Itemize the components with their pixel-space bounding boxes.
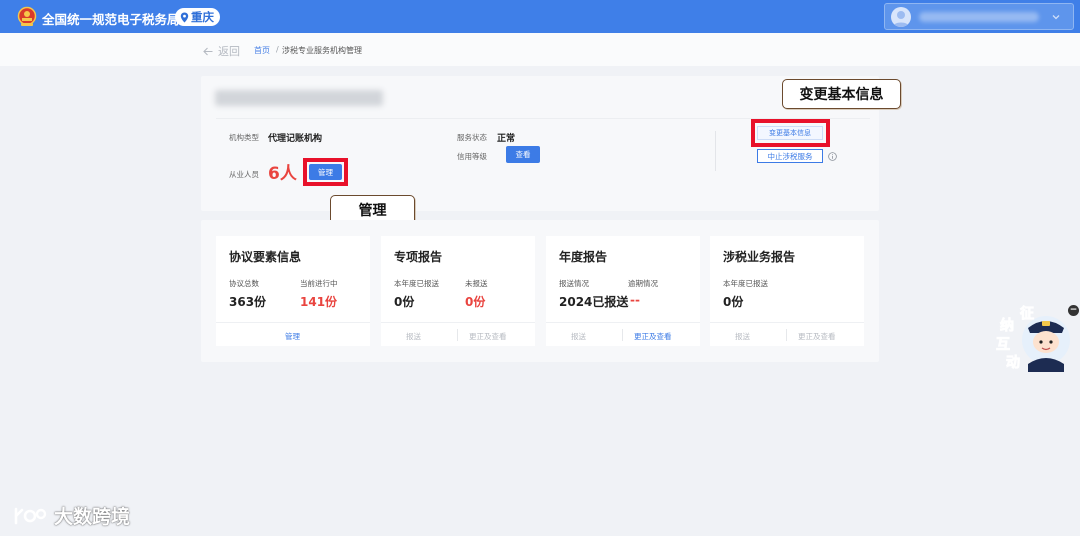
watermark-text: 大数跨境 <box>54 506 131 528</box>
tax-emblem-icon <box>17 6 37 26</box>
card-item-value: 363份 <box>229 295 267 309</box>
card-item-label: 报送情况 <box>559 279 589 288</box>
card-title: 协议要素信息 <box>229 250 302 264</box>
region-label: 重庆 <box>191 10 214 24</box>
card-footer: 管理 <box>216 322 370 346</box>
watermark-logo-icon <box>14 507 47 524</box>
breadcrumb-current: 涉税专业服务机构管理 <box>282 46 362 55</box>
card-item-value: 2024已报送 <box>559 295 629 309</box>
card-item-label: 本年度已报送 <box>723 279 768 288</box>
card-footer: 报送 更正及查看 <box>546 322 700 346</box>
back-link[interactable]: 返回 <box>203 43 240 59</box>
staff-count: 6人 <box>268 164 297 184</box>
annual-report-submit-link[interactable]: 报送 <box>571 331 586 342</box>
annual-report-correct-link[interactable]: 更正及查看 <box>634 331 672 342</box>
tax-business-correct-link[interactable]: 更正及查看 <box>798 331 836 342</box>
chevron-down-icon <box>1052 15 1060 20</box>
card-annual-report: 年度报告 报送情况 2024已报送 逾期情况 -- 报送 更正及查看 <box>546 236 700 346</box>
special-report-correct-link[interactable]: 更正及查看 <box>469 331 507 342</box>
user-avatar-icon <box>893 11 909 27</box>
footer-divider <box>786 329 787 341</box>
assistant-char: 互 <box>996 337 1010 353</box>
tax-business-submit-link[interactable]: 报送 <box>735 331 750 342</box>
card-item-label: 当前进行中 <box>300 279 338 288</box>
org-type-value: 代理记账机构 <box>268 134 323 144</box>
card-agreement-info: 协议要素信息 协议总数 363份 当前进行中 141份 管理 <box>216 236 370 346</box>
credit-view-button[interactable]: 查看 <box>506 146 540 163</box>
card-item-label: 本年度已报送 <box>394 279 439 288</box>
breadcrumb-home[interactable]: 首页 <box>254 45 270 56</box>
tax-interaction-assistant-icon[interactable]: 征 纳 互 动 <box>996 302 1072 372</box>
user-name-blurred <box>919 12 1039 22</box>
app-title: 全国统一规范电子税务局 <box>42 12 180 27</box>
breadcrumb-bar <box>0 33 1080 66</box>
card-footer: 报送 更正及查看 <box>710 322 864 346</box>
credit-level-label: 信用等级 <box>457 152 487 161</box>
user-account-menu[interactable] <box>884 3 1074 30</box>
card-title: 专项报告 <box>394 250 443 264</box>
card-item-value: 0份 <box>394 295 415 309</box>
card-item-label: 未报送 <box>465 279 488 288</box>
arrow-left-icon <box>203 47 213 55</box>
card-title: 年度报告 <box>559 250 608 264</box>
breadcrumb-separator: / <box>276 45 279 54</box>
card-footer: 报送 更正及查看 <box>381 322 535 346</box>
staff-label: 从业人员 <box>229 170 259 179</box>
service-status-value: 正常 <box>497 134 516 144</box>
assistant-char: 征 <box>1020 305 1034 322</box>
card-item-value: 0份 <box>465 295 486 309</box>
card-tax-business-report: 涉税业务报告 本年度已报送 0份 报送 更正及查看 <box>710 236 864 346</box>
card-item-label: 协议总数 <box>229 279 259 288</box>
location-pin-icon <box>180 12 189 22</box>
service-status-label: 服务状态 <box>457 133 487 142</box>
info-circle-icon[interactable] <box>828 152 837 161</box>
card-item-value: 0份 <box>723 295 744 309</box>
card-item-value: -- <box>630 293 640 307</box>
change-basic-info-button[interactable]: 变更基本信息 <box>757 126 823 140</box>
vertical-divider <box>715 131 716 171</box>
card-special-report: 专项报告 本年度已报送 0份 未报送 0份 报送 更正及查看 <box>381 236 535 346</box>
agreement-manage-link[interactable]: 管理 <box>285 331 300 342</box>
top-header-bar: 全国统一规范电子税务局 重庆 <box>0 0 1080 33</box>
footer-divider <box>457 329 458 341</box>
assistant-char: 动 <box>1006 354 1020 371</box>
org-name-blurred <box>215 90 383 106</box>
avatar <box>891 7 911 27</box>
back-label: 返回 <box>218 45 240 58</box>
card-title: 涉税业务报告 <box>723 250 796 264</box>
callout-change-info: 变更基本信息 <box>782 79 901 109</box>
manage-staff-button[interactable]: 管理 <box>309 164 342 180</box>
watermark: 大数跨境 <box>12 502 130 529</box>
assistant-char: 纳 <box>1000 317 1014 334</box>
footer-divider <box>622 329 623 341</box>
card-item-label: 逾期情况 <box>628 279 658 288</box>
card-item-value: 141份 <box>300 295 338 309</box>
org-type-label: 机构类型 <box>229 133 259 142</box>
assistant-close-button[interactable]: − <box>1068 305 1079 316</box>
region-selector[interactable]: 重庆 <box>175 8 220 26</box>
stop-tax-service-button[interactable]: 中止涉税服务 <box>757 149 823 163</box>
special-report-submit-link[interactable]: 报送 <box>406 331 421 342</box>
